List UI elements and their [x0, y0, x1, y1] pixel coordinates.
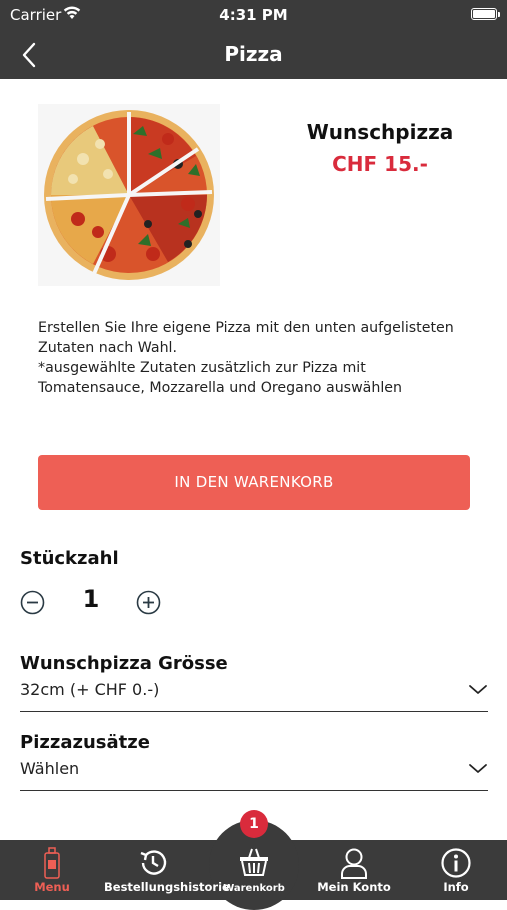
description-line: *ausgewählte Zutaten zusätzlich zur Pizz…: [38, 360, 366, 376]
user-icon: [341, 848, 367, 879]
tab-menu[interactable]: Menu: [0, 840, 104, 900]
nav-bar: Pizza: [0, 30, 507, 79]
add-to-cart-button[interactable]: IN DEN WARENKORB: [38, 455, 470, 510]
status-time: 4:31 PM: [219, 6, 288, 24]
tab-cart-label: Warenkorb: [223, 883, 285, 894]
plus-circle-icon[interactable]: [136, 590, 161, 615]
menu-bottle-icon: [44, 847, 60, 879]
quantity-label: Stückzahl: [20, 548, 119, 569]
size-select-value: 32cm (+ CHF 0.-): [20, 680, 160, 699]
tab-account[interactable]: Mein Konto: [305, 840, 403, 900]
tab-info[interactable]: Info: [407, 840, 505, 900]
status-bar: Carrier 4:31 PM: [0, 0, 507, 30]
product-description: Erstellen Sie Ihre eigene Pizza mit den …: [38, 318, 478, 398]
extras-select[interactable]: Wählen: [20, 755, 488, 791]
product-image: [38, 104, 220, 286]
product-name: Wunschpizza: [306, 120, 454, 144]
page-title: Pizza: [224, 42, 283, 66]
size-select[interactable]: 32cm (+ CHF 0.-): [20, 676, 488, 712]
tab-menu-label: Menu: [34, 880, 70, 894]
chevron-down-icon: [469, 685, 487, 694]
minus-circle-icon[interactable]: [20, 590, 45, 615]
description-line: Zutaten nach Wahl.: [38, 340, 178, 356]
tab-history-label: Bestellungshistorie: [104, 880, 230, 894]
history-icon: [140, 850, 167, 875]
quantity-value: 1: [82, 585, 100, 613]
tab-history[interactable]: Bestellungshistorie: [104, 840, 230, 900]
extras-select-value: Wählen: [20, 759, 80, 778]
cart-count-badge: 1: [240, 810, 268, 838]
tab-info-label: Info: [443, 880, 469, 894]
size-label: Wunschpizza Grösse: [20, 653, 228, 674]
extras-label: Pizzazusätze: [20, 732, 150, 753]
tab-account-label: Mein Konto: [317, 880, 391, 894]
tab-cart[interactable]: Warenkorb: [209, 840, 299, 900]
battery-icon: [471, 8, 500, 20]
description-line: Tomatensauce, Mozzarella und Oregano aus…: [38, 380, 403, 396]
chevron-down-icon: [469, 764, 487, 773]
info-icon: [441, 848, 471, 878]
product-price: CHF 15.-: [332, 152, 428, 176]
basket-icon: [240, 848, 268, 876]
description-line: Erstellen Sie Ihre eigene Pizza mit den …: [38, 320, 454, 336]
pizza-illustration: [44, 110, 214, 280]
